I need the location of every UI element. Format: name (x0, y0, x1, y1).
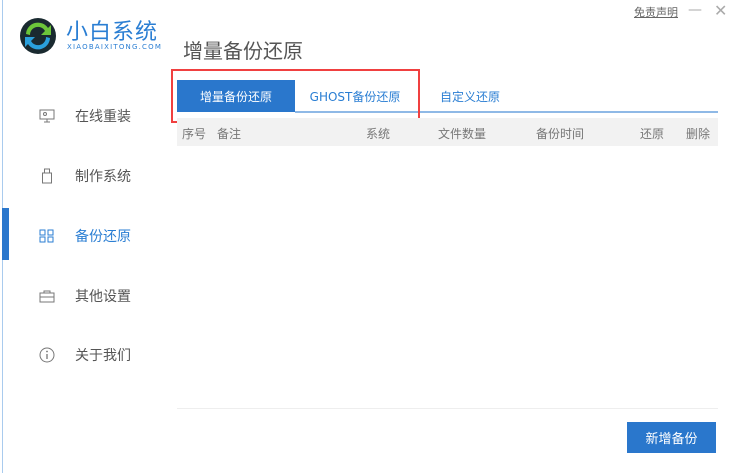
disclaimer-link[interactable]: 免责声明 (634, 4, 678, 20)
usb-icon (38, 167, 56, 185)
backup-icon (38, 227, 56, 245)
sidebar-item-label: 其他设置 (75, 289, 131, 305)
logo-icon (20, 18, 56, 54)
close-button[interactable]: ✕ (714, 1, 727, 20)
column-header: 还原 (640, 127, 665, 141)
monitor-icon (38, 107, 56, 125)
brand-domain: XIAOBAIXITONG.COM (67, 43, 163, 51)
sidebar-item-online-reinstall[interactable]: 在线重装 (0, 101, 170, 131)
sidebar-item-make-system[interactable]: 制作系统 (0, 161, 170, 191)
highlight-box (171, 69, 420, 123)
sidebar-item-label: 在线重装 (75, 109, 131, 125)
new-backup-button[interactable]: 新增备份 (627, 422, 716, 453)
column-header: 序号 (182, 127, 207, 141)
sidebar-item-backup-restore[interactable]: 备份还原 (0, 221, 170, 251)
tab-custom-restore[interactable]: 自定义还原 (420, 80, 520, 112)
column-header: 文件数量 (438, 127, 487, 141)
column-header: 备注 (217, 127, 242, 141)
page-title: 增量备份还原 (183, 39, 303, 63)
info-icon (38, 346, 56, 364)
sidebar-item-label: 备份还原 (75, 229, 131, 245)
sidebar-item-label: 关于我们 (75, 348, 131, 364)
divider (177, 408, 718, 409)
minimize-button[interactable]: — (688, 2, 702, 18)
column-header: 备份时间 (536, 127, 585, 141)
sidebar-item-other-settings[interactable]: 其他设置 (0, 281, 170, 311)
brand-name: 小白系统 (66, 20, 159, 45)
column-header: 系统 (366, 127, 391, 141)
table-header: 序号 备注 系统 文件数量 备份时间 还原 删除 (177, 118, 718, 146)
briefcase-icon (38, 287, 56, 305)
sidebar-item-label: 制作系统 (75, 169, 131, 185)
sidebar-item-about-us[interactable]: 关于我们 (0, 340, 170, 370)
column-header: 删除 (686, 127, 711, 141)
